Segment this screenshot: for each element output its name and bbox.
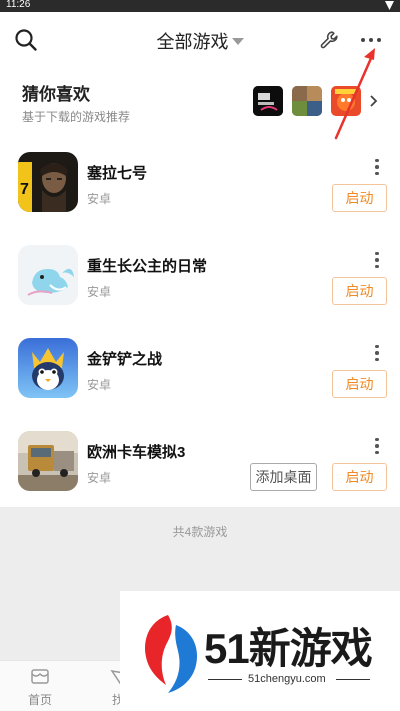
- recommend-title: 猜你喜欢: [22, 85, 90, 104]
- game-row[interactable]: 7 塞拉七号 安卓 启动: [0, 144, 400, 237]
- games-page: 全部游戏 猜你喜欢 基于下载的游戏推荐 7 塞拉七号 安卓 启动 重生长公主的日…: [0, 12, 400, 507]
- store-icon: [31, 669, 49, 684]
- nav-home[interactable]: 首页: [10, 667, 70, 708]
- game-row[interactable]: 欧洲卡车模拟3 安卓 添加桌面 启动: [0, 423, 400, 516]
- watermark-rule-right: [336, 679, 370, 680]
- game-name: 重生长公主的日常: [87, 258, 208, 275]
- wrench-icon: [320, 31, 338, 49]
- launch-button[interactable]: 启动: [332, 277, 387, 305]
- game-platform: 安卓: [87, 192, 112, 206]
- svg-text:7: 7: [20, 181, 29, 198]
- recommend-thumb-3: [331, 86, 361, 116]
- watermark-url: 51chengyu.com: [248, 673, 326, 685]
- launch-button[interactable]: 启动: [332, 463, 387, 491]
- chevron-down-icon: [231, 38, 244, 45]
- row-more-button[interactable]: [368, 247, 386, 273]
- add-to-desktop-button[interactable]: 添加桌面: [250, 463, 317, 491]
- game-icon-euro-truck: [18, 431, 78, 491]
- more-button[interactable]: [356, 26, 386, 54]
- game-icon-princess: [18, 245, 78, 305]
- status-bar: 11:26: [0, 0, 400, 12]
- tools-button[interactable]: [316, 26, 344, 54]
- game-platform: 安卓: [87, 471, 112, 485]
- game-row[interactable]: 重生长公主的日常 安卓 启动: [0, 237, 400, 330]
- row-more-button[interactable]: [368, 433, 386, 459]
- launch-button[interactable]: 启动: [332, 184, 387, 212]
- recommend-thumb-1: [253, 86, 283, 116]
- recommend-thumb-2: [292, 86, 322, 116]
- recommend-subtitle: 基于下载的游戏推荐: [22, 110, 131, 124]
- game-icon-tft: [18, 338, 78, 398]
- game-platform: 安卓: [87, 378, 112, 392]
- more-horizontal-icon: [361, 38, 381, 42]
- row-more-button[interactable]: [368, 340, 386, 366]
- watermark-overlay: 51新游戏 51chengyu.com: [120, 591, 400, 711]
- watermark-logo: [144, 615, 198, 693]
- row-more-button[interactable]: [368, 154, 386, 180]
- game-count-text: 共4款游戏: [172, 525, 228, 539]
- status-time: 11:26: [6, 0, 31, 10]
- chevron-right-icon: [370, 95, 378, 107]
- game-name: 塞拉七号: [87, 165, 148, 182]
- watermark-text: 51新游戏: [204, 625, 373, 672]
- recommend-banner[interactable]: 猜你喜欢 基于下载的游戏推荐: [0, 74, 400, 134]
- nav-home-label: 首页: [27, 693, 52, 707]
- game-name: 金铲铲之战: [87, 351, 163, 368]
- game-platform: 安卓: [87, 285, 112, 299]
- page-title: 全部游戏: [156, 32, 229, 52]
- top-bar: 全部游戏: [0, 12, 400, 68]
- game-icon-sierra7: 7: [18, 152, 78, 212]
- game-row[interactable]: 金铲铲之战 安卓 启动: [0, 330, 400, 423]
- watermark-rule-left: [208, 679, 242, 680]
- launch-button[interactable]: 启动: [332, 370, 387, 398]
- signal-icon: [385, 1, 394, 10]
- game-name: 欧洲卡车模拟3: [87, 444, 186, 461]
